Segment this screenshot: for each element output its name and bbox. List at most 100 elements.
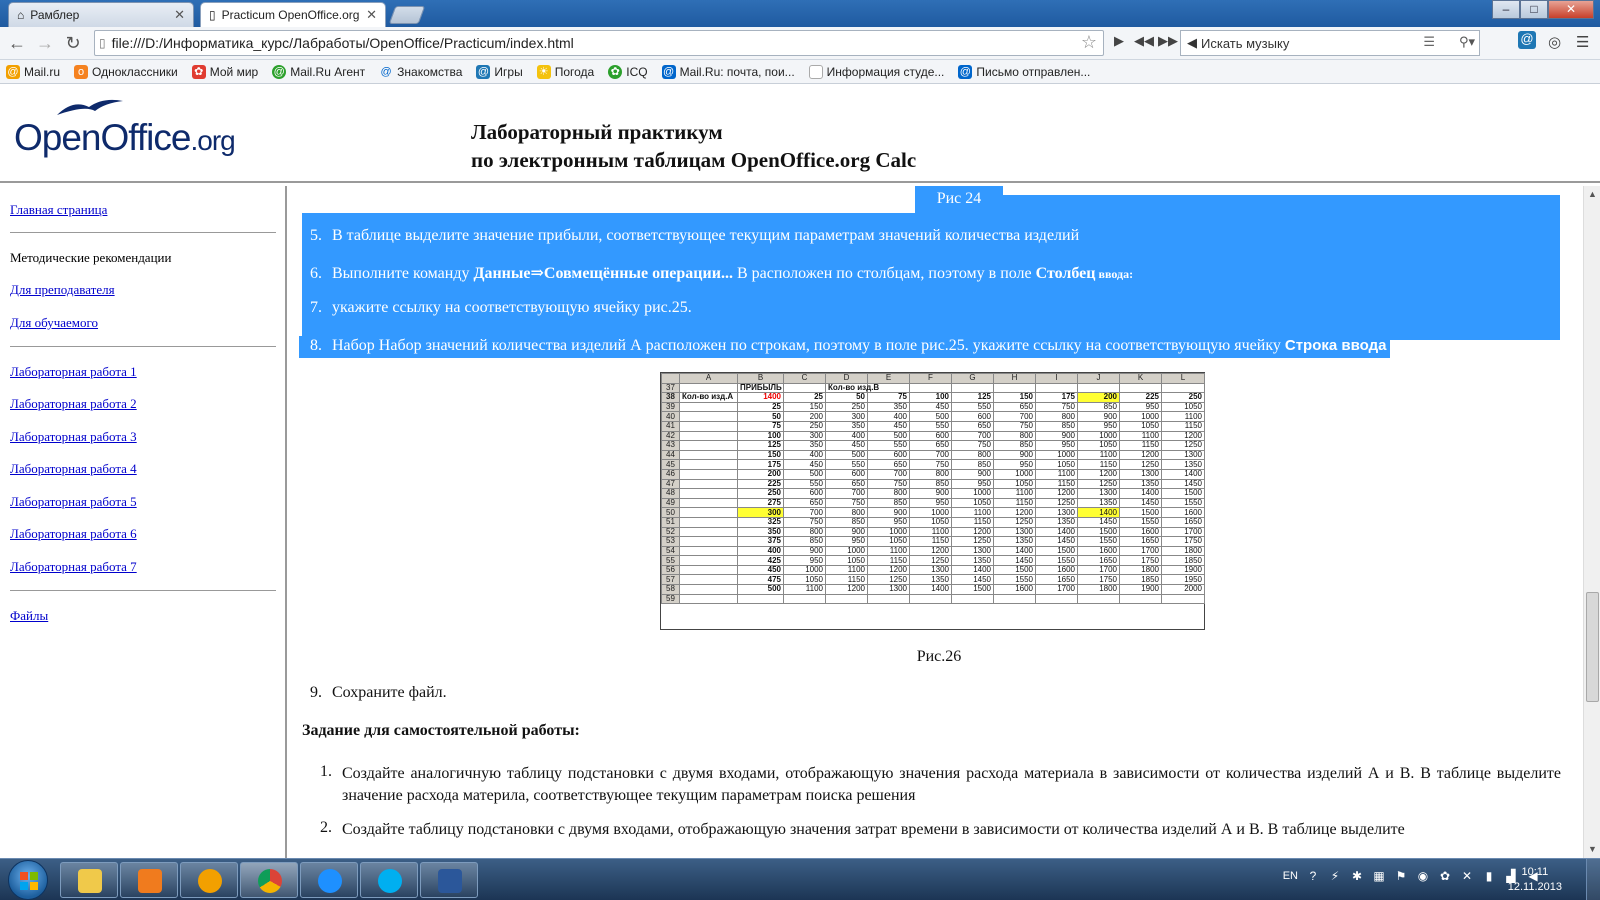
taskbar-internet-explorer[interactable] <box>300 862 358 898</box>
reload-icon[interactable]: ↻ <box>62 33 84 55</box>
taskbar-explorer[interactable] <box>60 862 118 898</box>
icq-icon: ✿ <box>608 64 623 79</box>
nav-lab-5-link[interactable]: Лабораторная работа 5 <box>10 494 137 510</box>
sheet-cell: 450 <box>825 440 868 451</box>
step-7: 7. укажите ссылку на соответствующую ячей… <box>310 299 692 316</box>
sheet-cell: 1150 <box>1119 440 1162 451</box>
address-bar[interactable]: ▯ file:///D:/Информатика_курс/Лабработы/… <box>94 30 1104 56</box>
table-row: 47 225 550 650 750 850 950 1050 1150 1250 1350 1450 <box>661 478 1205 490</box>
mail-agent-icon[interactable]: @ <box>1518 31 1536 49</box>
network-icon[interactable]: ▦ <box>1372 869 1386 883</box>
sheet-cell: 1000 <box>825 545 868 557</box>
nav-lab-7-link[interactable]: Лабораторная работа 7 <box>10 559 137 575</box>
minimize-button[interactable]: ‒ <box>1492 0 1520 19</box>
taskbar-mail-agent[interactable] <box>180 862 238 898</box>
vertical-scrollbar[interactable]: ▲ ▼ <box>1583 186 1600 858</box>
bluetooth-icon[interactable]: ✱ <box>1350 869 1364 883</box>
nav-student-link[interactable]: Для обучаемого <box>10 315 98 331</box>
sheet-row-header: 57 <box>661 574 680 586</box>
nav-lab-2-link[interactable]: Лабораторная работа 2 <box>10 396 137 412</box>
agent-tray-icon[interactable]: ✿ <box>1438 869 1452 883</box>
extension-icon[interactable]: ◎ <box>1548 33 1561 51</box>
music-search-input[interactable]: ◀ Искать музыку ☰ ⚲▾ <box>1180 30 1480 56</box>
maximize-button[interactable]: □ <box>1520 0 1548 19</box>
close-icon[interactable]: ✕ <box>366 7 377 23</box>
bookmark-item[interactable]: ✿ ICQ <box>608 64 648 79</box>
flag-icon[interactable]: ⚑ <box>1394 869 1408 883</box>
menu-icon[interactable]: ☰ <box>1423 34 1435 50</box>
play-icon[interactable]: ▶ <box>1114 33 1124 49</box>
taskbar-word[interactable] <box>420 862 478 898</box>
scroll-down-icon[interactable]: ▼ <box>1584 841 1600 858</box>
close-window-button[interactable]: ✕ <box>1548 0 1594 19</box>
nav-home-link[interactable]: Главная страница <box>10 202 107 218</box>
page-icon: ▯ <box>99 36 106 50</box>
bookmark-item[interactable]: @ Mail.Ru Агент <box>272 64 365 79</box>
star-icon[interactable]: ☆ <box>1081 32 1097 53</box>
nav-teacher-link[interactable]: Для преподавателя <box>10 282 115 298</box>
sheet-cell: 1400 <box>951 564 994 576</box>
sheet-cell: 1400 <box>1161 468 1205 480</box>
security-icon[interactable]: ◉ <box>1416 869 1430 883</box>
nav-lab-3-link[interactable]: Лабораторная работа 3 <box>10 429 137 445</box>
wrench-icon[interactable]: ☰ <box>1576 33 1589 51</box>
sheet-cell: 1450 <box>951 574 994 586</box>
sheet-cell: 500 <box>737 584 784 595</box>
bookmark-item[interactable]: @ Письмо отправлен... <box>958 64 1090 79</box>
sheet-cell: 1650 <box>1035 574 1078 586</box>
help-icon[interactable]: ? <box>1306 869 1320 883</box>
rewind-icon[interactable]: ◀◀ <box>1134 33 1154 49</box>
sheet-cell: 950 <box>783 555 826 566</box>
search-icon[interactable]: ⚲▾ <box>1459 34 1475 50</box>
sheet-cell: 800 <box>909 468 952 480</box>
sheet-cell: 1200 <box>951 526 994 538</box>
sheet-cell: 325 <box>737 516 784 528</box>
sheet-row-header: 55 <box>661 555 680 566</box>
language-indicator[interactable]: EN <box>1283 870 1298 882</box>
sheet-cell: 700 <box>867 468 910 480</box>
bookmark-item[interactable]: ☀ Погода <box>536 64 594 79</box>
forward-icon[interactable]: → <box>34 33 56 55</box>
bookmark-item[interactable]: ✿ Мой мир <box>191 64 258 79</box>
sheet-cell: 800 <box>825 507 868 518</box>
sheet-column-header: E <box>867 373 910 384</box>
bookmark-item[interactable]: o Одноклассники <box>74 64 178 79</box>
scrollbar-thumb[interactable] <box>1586 592 1599 702</box>
sheet-cell: 750 <box>951 440 994 451</box>
tab-rambler[interactable]: ⌂ Рамблер ✕ <box>8 2 194 27</box>
battery-icon[interactable]: ▮ <box>1482 869 1496 883</box>
taskbar-chrome[interactable] <box>240 862 298 898</box>
fast-forward-icon[interactable]: ▶▶ <box>1158 33 1178 49</box>
sheet-cell: 1750 <box>1161 536 1205 547</box>
show-desktop-button[interactable] <box>1586 859 1600 900</box>
nav-files-link[interactable]: Файлы <box>10 608 48 624</box>
sheet-cell: 800 <box>951 449 994 461</box>
start-button[interactable] <box>8 860 48 900</box>
taskbar-skype[interactable] <box>360 862 418 898</box>
sheet-cell: 1450 <box>993 555 1036 566</box>
nav-lab-6-link[interactable]: Лабораторная работа 6 <box>10 526 137 542</box>
nav-lab-1-link[interactable]: Лабораторная работа 1 <box>10 364 137 380</box>
usb-icon[interactable]: ⚡ <box>1328 869 1342 883</box>
antivirus-icon[interactable]: ✕ <box>1460 869 1474 883</box>
bookmark-item[interactable]: @ Mail.Ru: почта, пои... <box>661 64 795 79</box>
bookmark-item[interactable]: @ Mail.ru <box>6 64 60 79</box>
table-row: 59 <box>661 593 1205 605</box>
scroll-up-icon[interactable]: ▲ <box>1584 186 1600 203</box>
sheet-cell: 1250 <box>993 516 1036 528</box>
bookmark-item[interactable]: @ Знакомства <box>379 65 463 79</box>
bookmark-item[interactable]: Информация студе... <box>808 64 944 79</box>
tab-practicum[interactable]: ▯ Practicum OpenOffice.org ✕ <box>200 2 386 27</box>
close-icon[interactable]: ✕ <box>174 7 185 23</box>
sheet-cell: 1200 <box>825 584 868 595</box>
table-row: 39 25 150 250 350 450 550 650 750 850 950 1050 <box>661 401 1205 413</box>
nav-lab-4-link[interactable]: Лабораторная работа 4 <box>10 461 137 477</box>
bookmark-item[interactable]: @ Игры <box>476 64 523 79</box>
taskbar-media-player[interactable] <box>120 862 178 898</box>
sheet-cell: 1300 <box>1161 449 1205 461</box>
clock[interactable]: 10:11 12.11.2013 <box>1508 865 1562 895</box>
back-icon[interactable]: ← <box>6 33 28 55</box>
new-tab-button[interactable] <box>388 6 426 24</box>
sheet-cell: 900 <box>783 545 826 557</box>
sheet-cell: 400 <box>825 430 868 442</box>
